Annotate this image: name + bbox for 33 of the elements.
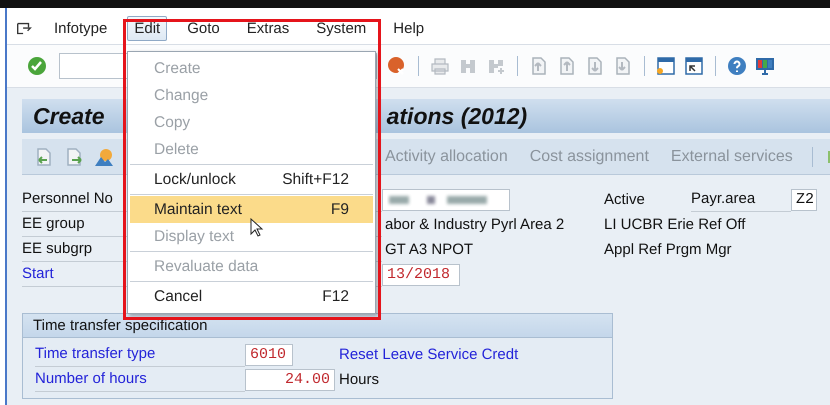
payroll-area-field[interactable]: Z2: [791, 188, 817, 210]
menu-option[interactable]: Lock/unlock Shift+F12: [130, 166, 373, 193]
menu-item[interactable]: Extras: [240, 16, 296, 41]
cancel-icon[interactable]: [387, 56, 407, 76]
new-window-icon[interactable]: [656, 56, 676, 76]
menu-item[interactable]: Goto: [180, 16, 227, 41]
confirm-icon[interactable]: [27, 56, 47, 76]
landscape-icon[interactable]: [94, 146, 114, 166]
field-description: LI UCBR Erie Ref Off: [604, 216, 746, 233]
monitor-icon[interactable]: [755, 56, 775, 76]
menu-option[interactable]: Cancel F12: [130, 283, 373, 310]
menu-item[interactable]: Infotype: [47, 16, 114, 41]
field-value: abor & Industry Pyrl Area 2: [384, 216, 566, 233]
shortcut-window-icon[interactable]: [684, 56, 704, 76]
menu-option[interactable]: Maintain text F9: [130, 196, 373, 223]
field-description: Reset Leave Service Credt: [339, 346, 518, 363]
help-icon[interactable]: [727, 56, 747, 76]
menu-item[interactable]: System: [309, 16, 374, 41]
screen-title: Create: [33, 102, 105, 130]
menu-item[interactable]: Help: [386, 16, 432, 41]
print-icon[interactable]: [430, 56, 450, 76]
field-description: Appl Ref Prgm Mgr: [604, 241, 732, 258]
status-text: Active: [604, 191, 646, 208]
screen-title: ations (2012): [386, 102, 528, 130]
group-title: Time transfer specification: [23, 314, 612, 338]
field-label: Number of hours: [35, 367, 245, 392]
field-value: GT A3 NPOT: [384, 241, 474, 258]
field-label: Time transfer type: [35, 342, 245, 367]
date-field[interactable]: 13/2018: [382, 264, 460, 286]
input-field[interactable]: 6010: [245, 344, 293, 366]
cursor-icon: [250, 218, 264, 238]
input-field[interactable]: 24.00: [245, 368, 335, 390]
unit-text: Hours: [339, 371, 380, 388]
